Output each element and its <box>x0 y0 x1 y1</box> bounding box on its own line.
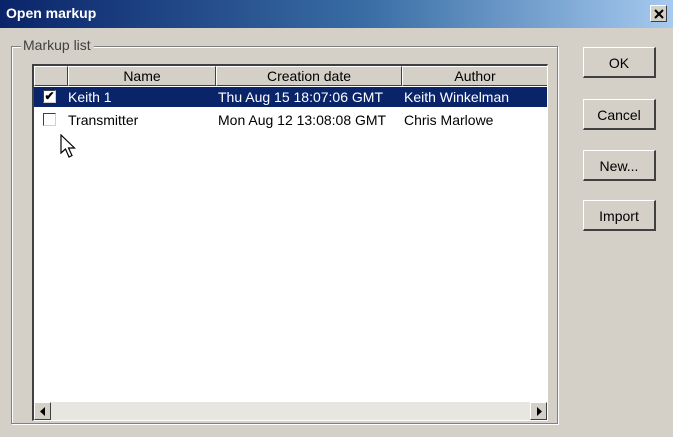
mouse-pointer-icon <box>60 134 76 158</box>
import-button[interactable]: Import <box>583 200 656 231</box>
row-checkbox[interactable]: ✔ <box>43 90 56 103</box>
table-row[interactable]: ✔ Keith 1 Thu Aug 15 18:07:06 GMT Keith … <box>34 87 547 107</box>
row-creation-date: Thu Aug 15 18:07:06 GMT <box>218 89 383 105</box>
new-button[interactable]: New... <box>583 150 656 181</box>
cancel-button[interactable]: Cancel <box>583 99 656 130</box>
row-checkbox[interactable] <box>43 113 56 126</box>
scroll-right-button[interactable] <box>530 402 547 420</box>
right-arrow-icon <box>536 406 542 416</box>
column-header-creation-date[interactable]: Creation date <box>216 66 402 86</box>
title-bar[interactable]: Open markup <box>0 0 673 28</box>
close-button[interactable] <box>650 5 667 22</box>
column-header-check[interactable] <box>34 66 68 86</box>
row-author: Chris Marlowe <box>404 112 494 128</box>
column-header-author[interactable]: Author <box>402 66 547 86</box>
close-icon <box>653 8 664 19</box>
table-header: Name Creation date Author <box>34 66 547 86</box>
row-author: Keith Winkelman <box>404 89 510 105</box>
open-markup-dialog: Open markup Markup list Name Creation da… <box>0 0 673 437</box>
scroll-left-button[interactable] <box>34 402 51 420</box>
row-name: Transmitter <box>68 112 139 128</box>
row-creation-date: Mon Aug 12 13:08:08 GMT <box>218 112 387 128</box>
left-arrow-icon <box>39 406 45 416</box>
row-name: Keith 1 <box>68 89 112 105</box>
horizontal-scrollbar[interactable] <box>34 402 547 420</box>
window-title: Open markup <box>6 5 97 21</box>
markup-list-table[interactable]: Name Creation date Author ✔ Keith 1 Thu … <box>32 64 548 421</box>
markup-list-label: Markup list <box>21 37 94 53</box>
table-row[interactable]: Transmitter Mon Aug 12 13:08:08 GMT Chri… <box>34 110 547 130</box>
column-header-name[interactable]: Name <box>68 66 216 86</box>
ok-button[interactable]: OK <box>583 47 656 78</box>
